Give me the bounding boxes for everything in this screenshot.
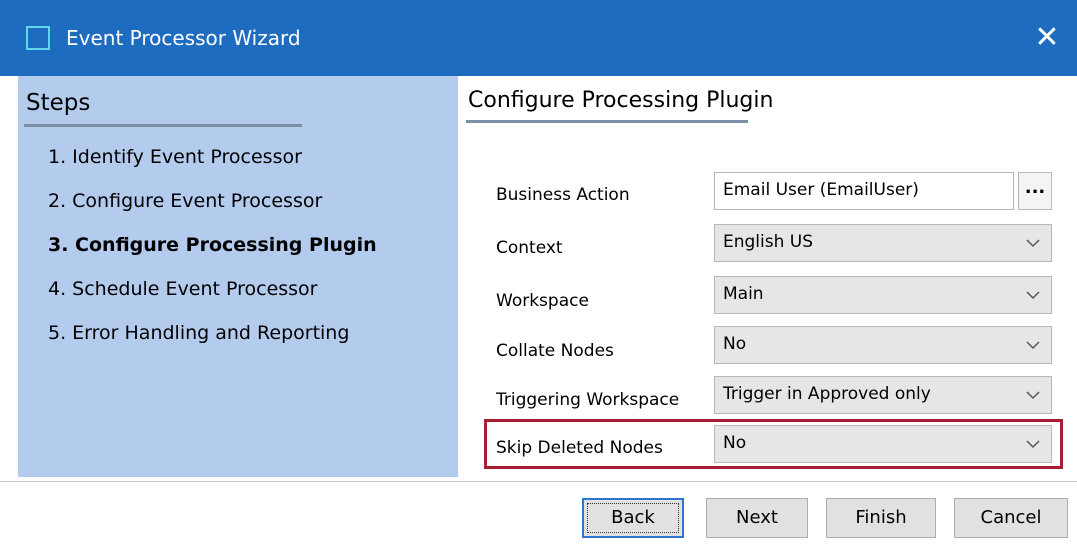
step-item-configure-event-processor: 2. Configure Event Processor — [48, 190, 323, 212]
skip-deleted-nodes-select[interactable]: No — [714, 425, 1052, 463]
triggering-workspace-value: Trigger in Approved only — [723, 384, 931, 404]
page-title-divider — [466, 120, 748, 123]
cancel-button[interactable]: Cancel — [954, 498, 1068, 538]
finish-button[interactable]: Finish — [826, 498, 936, 538]
close-icon[interactable]: ✕ — [1027, 18, 1067, 58]
chevron-down-icon — [1026, 239, 1040, 248]
workspace-value: Main — [723, 284, 764, 304]
chevron-down-icon — [1026, 341, 1040, 350]
steps-panel: Steps 1. Identify Event Processor 2. Con… — [18, 76, 458, 477]
cancel-button-label: Cancel — [980, 507, 1042, 528]
steps-list: 1. Identify Event Processor 2. Configure… — [48, 146, 377, 366]
workspace-select[interactable]: Main — [714, 276, 1052, 314]
back-button[interactable]: Back — [582, 498, 684, 538]
window-app-icon — [26, 26, 50, 50]
step-item-schedule: 4. Schedule Event Processor — [48, 278, 318, 300]
context-label: Context — [496, 238, 563, 258]
chevron-down-icon — [1026, 440, 1040, 449]
title-bar: Event Processor Wizard ✕ — [0, 0, 1077, 76]
next-button[interactable]: Next — [706, 498, 808, 538]
business-action-browse-button[interactable]: ... — [1018, 172, 1052, 210]
steps-divider — [24, 124, 302, 127]
collate-nodes-select[interactable]: No — [714, 326, 1052, 364]
step-item-error-handling: 5. Error Handling and Reporting — [48, 322, 350, 344]
chevron-down-icon — [1026, 291, 1040, 300]
next-button-label: Next — [736, 507, 778, 528]
triggering-workspace-select[interactable]: Trigger in Approved only — [714, 376, 1052, 414]
finish-button-label: Finish — [855, 507, 907, 528]
business-action-input[interactable]: Email User (EmailUser) — [714, 172, 1014, 210]
business-action-label: Business Action — [496, 185, 630, 205]
collate-nodes-value: No — [723, 334, 747, 354]
steps-title: Steps — [26, 90, 91, 116]
footer-divider — [0, 481, 1077, 482]
step-item-configure-processing-plugin: 3. Configure Processing Plugin — [48, 234, 377, 256]
collate-nodes-label: Collate Nodes — [496, 341, 614, 361]
business-action-value: Email User (EmailUser) — [723, 180, 919, 200]
context-value: English US — [723, 232, 814, 252]
back-button-label: Back — [611, 507, 655, 528]
window-title: Event Processor Wizard — [66, 26, 301, 50]
workspace-label: Workspace — [496, 291, 589, 311]
context-select[interactable]: English US — [714, 224, 1052, 262]
triggering-workspace-label: Triggering Workspace — [496, 390, 680, 410]
step-item-identify: 1. Identify Event Processor — [48, 146, 302, 168]
chevron-down-icon — [1026, 391, 1040, 400]
page-title: Configure Processing Plugin — [468, 88, 774, 113]
skip-deleted-nodes-value: No — [723, 433, 747, 453]
skip-deleted-nodes-label: Skip Deleted Nodes — [496, 438, 663, 458]
